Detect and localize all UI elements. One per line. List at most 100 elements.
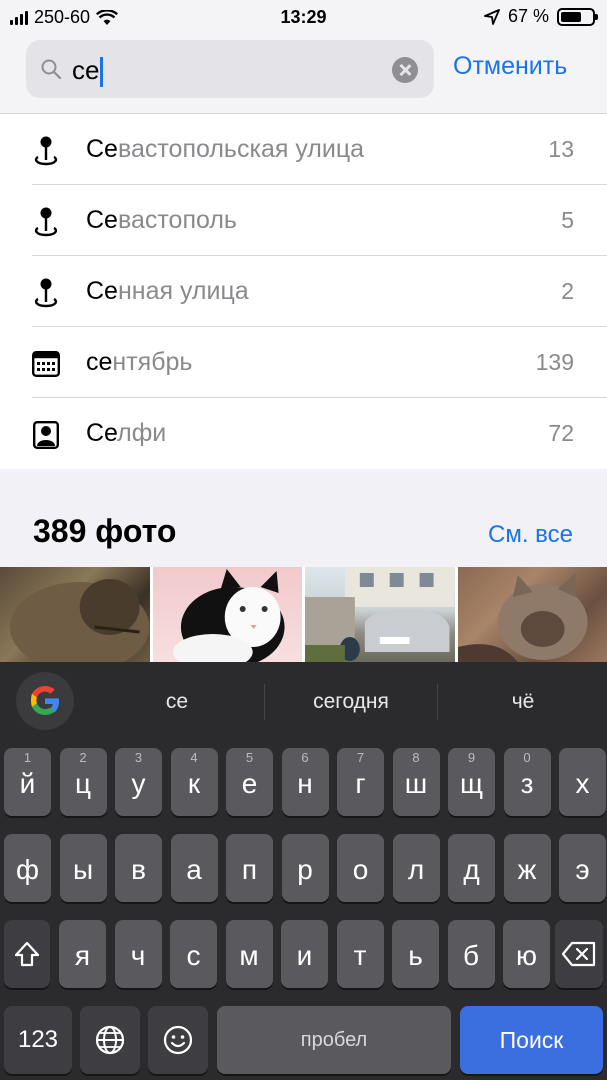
key[interactable]: э [559,834,606,902]
photo-thumbnail[interactable] [152,567,302,662]
result-row[interactable]: Сенная улица 2 [0,256,607,327]
location-arrow-icon [484,8,500,25]
suggestion-item[interactable]: чё [458,690,588,714]
key-label: ы [72,854,94,885]
result-label-rest: нная улица [117,277,249,305]
result-label-match: Се [86,277,118,305]
result-label-match: Се [86,419,118,447]
key[interactable]: п [226,834,273,902]
key-label: т [353,940,367,971]
search-query: се [72,55,100,85]
result-label: Селфи [86,419,166,448]
key-label: ч [130,940,146,971]
key[interactable]: ф [4,834,51,902]
key-label: ш [404,768,428,799]
emoji-key[interactable] [148,1006,208,1074]
search-key[interactable]: Поиск [460,1006,603,1074]
key-label: м [239,940,259,971]
battery-percent: 67 % [507,6,549,26]
battery-icon [557,7,598,26]
search-results-list: Севастопольская улица 13 Севастополь 5 С… [0,114,607,469]
key-label: е [241,768,258,799]
key[interactable]: х [559,748,606,816]
key[interactable]: 7г [337,748,384,816]
key[interactable]: и [281,920,328,988]
key[interactable]: б [447,920,495,988]
key[interactable]: м [225,920,273,988]
result-label: Сенная улица [86,277,249,306]
suggestion-item[interactable]: сегодня [286,690,416,714]
status-right-group: 67 % [484,6,598,27]
see-all-link[interactable]: См. все [488,521,573,549]
key-label: а [186,854,202,885]
globe-key[interactable] [80,1006,140,1074]
emoji-icon [163,1025,193,1055]
result-row[interactable]: сентябрь 139 [0,327,607,398]
backspace-key[interactable] [555,920,603,988]
result-row[interactable]: Севастопольская улица 13 [0,114,607,185]
key[interactable]: д [448,834,495,902]
key-label: б [462,940,480,971]
result-label-match: Се [86,206,118,234]
key[interactable]: 4к [170,748,218,816]
result-label-rest: лфи [117,419,167,447]
keyboard: се сегодня чё 1й2ц3у4к5е6н7г8ш9щ0зхфывап… [0,662,607,1080]
key[interactable]: 0з [503,748,551,816]
key[interactable]: 5е [226,748,273,816]
key[interactable]: с [170,920,217,988]
key[interactable]: 9щ [448,748,495,816]
key-label: щ [459,768,484,799]
key[interactable]: я [59,920,106,988]
key-label: у [131,768,146,799]
result-label-rest: вастопольская улица [117,135,365,163]
key-number-hint: 2 [79,750,87,765]
key-label: п [241,854,258,885]
key[interactable]: 6н [281,748,329,816]
result-count: 13 [548,136,574,162]
key[interactable]: ы [59,834,107,902]
key[interactable]: 2ц [59,748,107,816]
result-row[interactable]: Селфи 72 [0,398,607,469]
suggestion-divider [264,684,265,720]
key[interactable]: л [392,834,440,902]
key[interactable]: 1й [4,748,51,816]
photo-thumbnail[interactable] [0,567,150,662]
key[interactable]: ж [503,834,551,902]
key[interactable]: о [337,834,384,902]
key[interactable]: ю [503,920,550,988]
space-key[interactable]: пробел [217,1006,451,1074]
result-row[interactable]: Севастополь 5 [0,185,607,256]
key[interactable]: т [336,920,384,988]
cancel-button[interactable]: Отменить [453,52,567,81]
numbers-key[interactable]: 123 [4,1006,72,1074]
key[interactable]: ч [114,920,162,988]
result-count: 72 [548,420,574,446]
cat-photo-image [172,569,285,662]
result-label-match: Се [86,135,118,163]
key-label: х [575,768,590,799]
google-icon[interactable] [16,672,74,730]
search-query-container: се [72,55,104,88]
photo-thumbnail[interactable] [457,567,607,662]
suggestion-item[interactable]: се [112,690,242,714]
key[interactable]: р [281,834,329,902]
key-label: о [352,854,369,885]
photo-thumbnail[interactable] [305,567,455,662]
suggestion-divider [437,684,438,720]
key-label: ц [74,768,92,799]
shift-key[interactable] [4,920,50,988]
key-label: к [187,768,201,799]
suggestion-bar: се сегодня чё [0,662,607,744]
key[interactable]: 3у [115,748,162,816]
key[interactable]: а [170,834,218,902]
search-input[interactable]: се [26,40,434,98]
result-label: сентябрь [86,348,192,377]
street-photo-image [305,567,455,662]
key[interactable]: в [115,834,162,902]
cat-photo-image [9,579,150,662]
status-bar: 250-60 13:29 67 % [0,0,607,36]
clear-search-icon[interactable] [392,57,418,83]
key[interactable]: ь [392,920,439,988]
key[interactable]: 8ш [392,748,440,816]
key-label: г [355,768,366,799]
